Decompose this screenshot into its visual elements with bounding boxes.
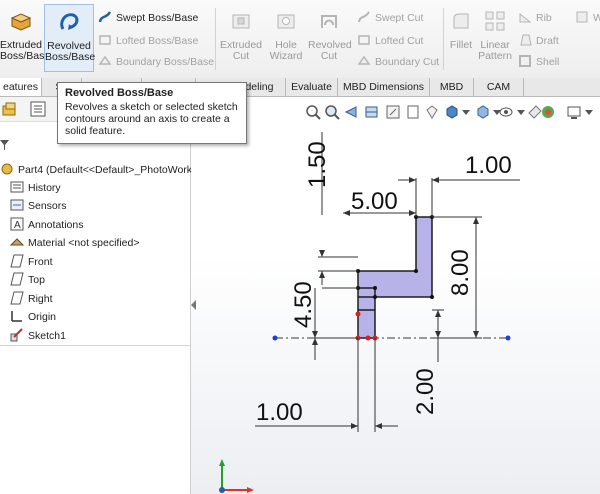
dimension-text-1-00-bottom[interactable]: 1.00 — [256, 399, 303, 426]
dimension-arrow — [375, 423, 382, 429]
dimension-text-1-00-top[interactable]: 1.00 — [465, 152, 512, 179]
dimension-arrow — [409, 177, 416, 183]
sketch-point[interactable] — [373, 286, 377, 290]
dimension-arrow — [319, 250, 325, 257]
sketch-point[interactable] — [373, 295, 377, 299]
sketch-point-red[interactable] — [365, 335, 371, 341]
sketch-point[interactable] — [430, 295, 434, 299]
dimension-arrow — [343, 210, 350, 216]
dimension-text-2-00[interactable]: 2.00 — [412, 368, 439, 415]
dimension-arrow — [312, 331, 318, 338]
sketch-point-red[interactable] — [355, 311, 361, 317]
centerline-endpoint[interactable] — [272, 335, 278, 341]
dimension-arrow — [409, 210, 416, 216]
panel-splitter[interactable] — [191, 300, 197, 310]
triad-y-arrow — [219, 459, 225, 466]
dimension-text-8-00[interactable]: 8.00 — [447, 249, 474, 296]
sketch-profile[interactable] — [357, 216, 433, 339]
triad-origin — [219, 487, 225, 493]
dimension-text-5-00[interactable]: 5.00 — [351, 188, 398, 215]
dimension-arrow — [312, 338, 318, 345]
triad-x-arrow — [247, 487, 254, 493]
dimension-arrow — [432, 177, 439, 183]
dimension-arrow — [351, 423, 358, 429]
collapse-arrow-icon — [191, 300, 196, 310]
dimension-arrow — [473, 331, 479, 338]
revolved-boss-tooltip: Revolved Boss/Base Revolves a sketch or … — [57, 82, 247, 144]
centerline-endpoint[interactable] — [505, 335, 511, 341]
tooltip-title: Revolved Boss/Base — [65, 87, 174, 99]
sketch-canvas[interactable]: 1.50 1.00 5.00 8.00 4.50 2.00 1.00 — [0, 0, 600, 494]
sketch-point[interactable] — [414, 269, 418, 273]
tooltip-body: Revolves a sketch or selected sketch con… — [65, 101, 238, 137]
dimension-arrow — [473, 217, 479, 224]
dimension-arrow — [435, 310, 441, 317]
dimension-arrow — [435, 331, 441, 338]
dimension-text-4-50[interactable]: 4.50 — [290, 281, 317, 328]
dimension-text-1-50[interactable]: 1.50 — [304, 141, 331, 188]
